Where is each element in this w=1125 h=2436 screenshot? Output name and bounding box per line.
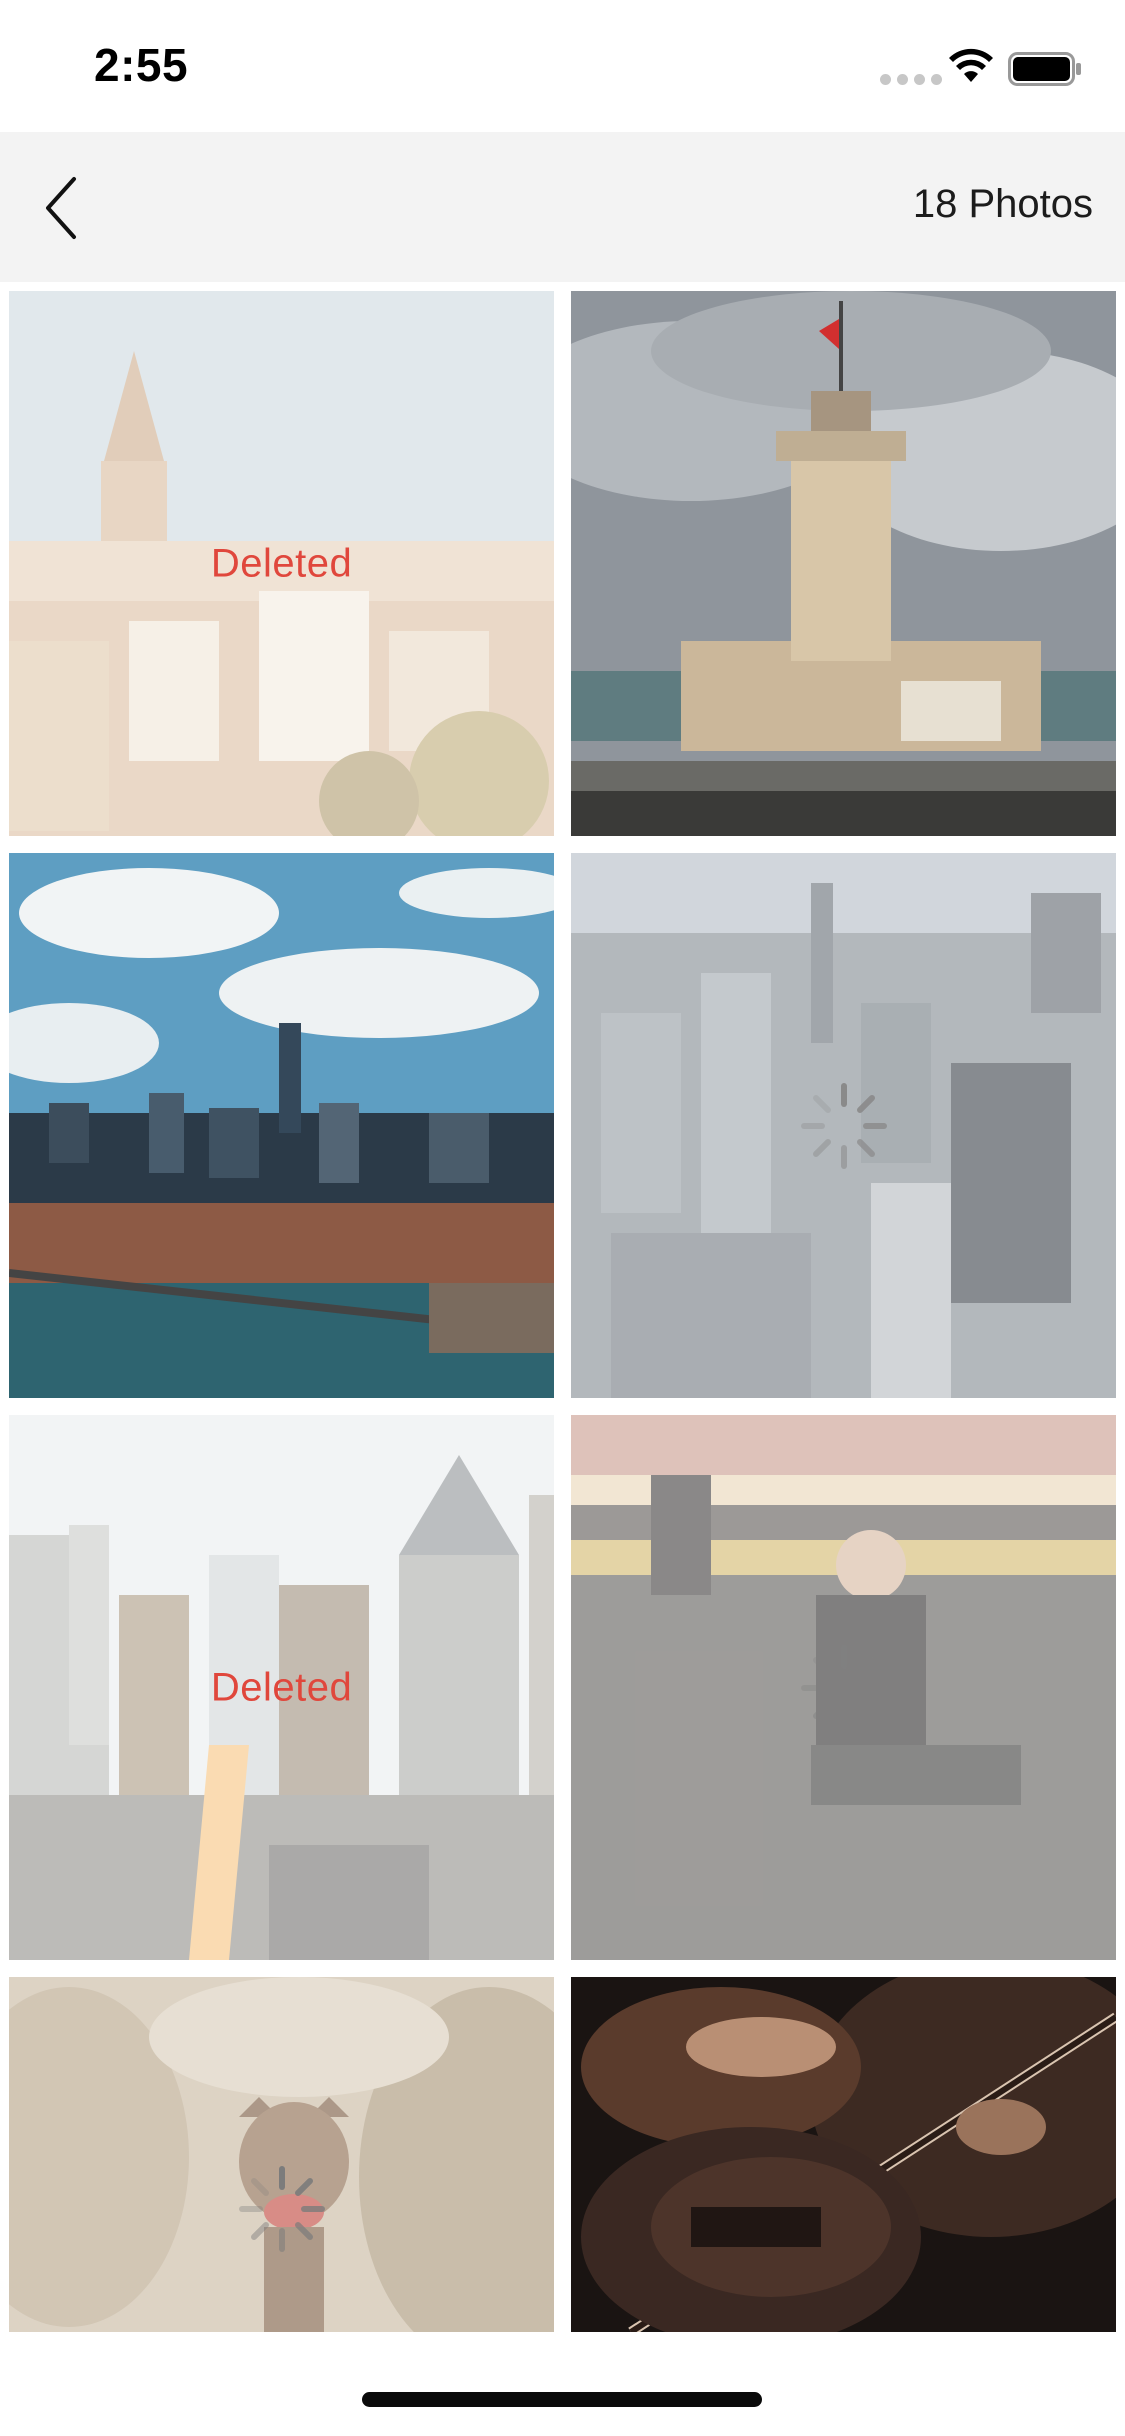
home-indicator (362, 2392, 762, 2407)
deleted-label: Deleted (210, 541, 353, 585)
navigation-bar: 18 Photos (0, 132, 1125, 282)
photo-thumbnail (9, 853, 554, 1398)
loading-spinner-icon (800, 1082, 887, 1169)
photo-cell[interactable] (9, 853, 554, 1398)
photos-count-title: 18 Photos (912, 182, 1093, 226)
photo-cell[interactable]: Deleted (9, 1415, 554, 1960)
photo-thumbnail (571, 1977, 1116, 2332)
photo-cell[interactable] (571, 1977, 1116, 2332)
photo-overlay (9, 1977, 554, 2332)
status-time: 2:55 (94, 39, 189, 91)
status-bar: 2:55 (0, 0, 1125, 132)
photo-cell[interactable] (571, 291, 1116, 836)
photo-cell[interactable] (9, 1977, 554, 2332)
cellular-signal-icon (880, 74, 942, 85)
loading-spinner-icon (238, 2166, 325, 2252)
wifi-icon (949, 48, 993, 82)
battery-icon (1008, 52, 1081, 86)
deleted-label: Deleted (210, 1665, 353, 1709)
photo-cell[interactable] (571, 1415, 1116, 1960)
back-button[interactable] (28, 162, 118, 252)
photo-thumbnail (571, 291, 1116, 836)
photo-cell[interactable] (571, 853, 1116, 1398)
loading-spinner-icon (800, 1644, 887, 1731)
chevron-left-icon (46, 177, 76, 239)
photo-cell[interactable]: Deleted (9, 291, 554, 836)
